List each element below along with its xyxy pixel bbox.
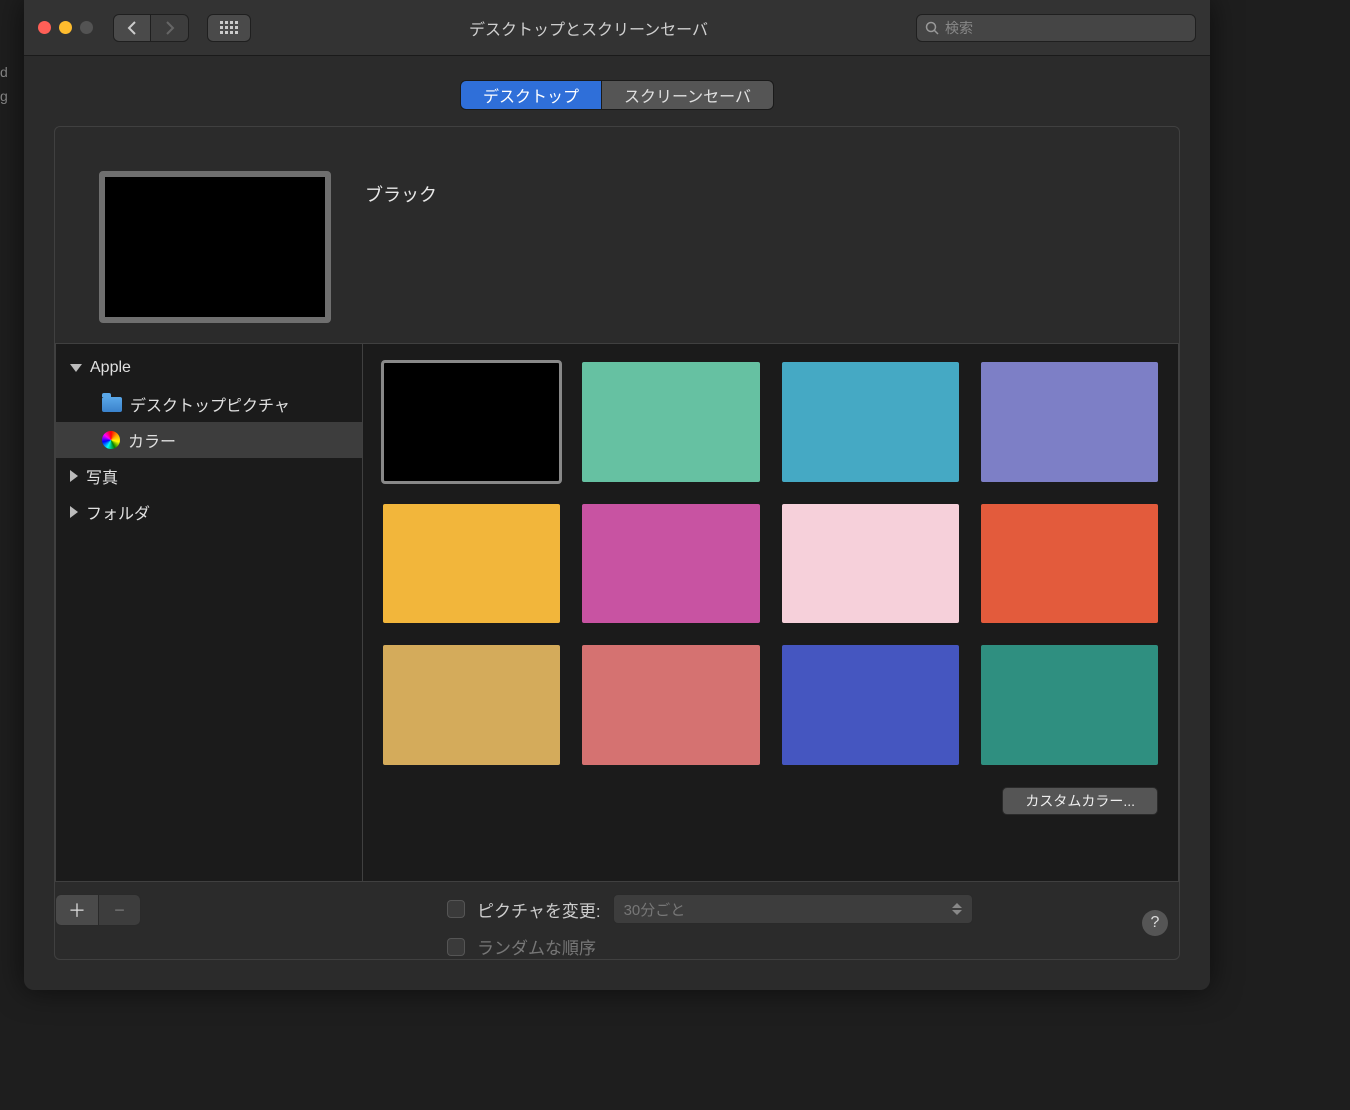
preferences-window: デスクトップとスクリーンセーバ デスクトップ スクリーンセーバ ブラック — [24, 0, 1210, 990]
close-button[interactable] — [38, 21, 51, 34]
color-swatch[interactable] — [981, 504, 1158, 624]
color-swatch[interactable] — [383, 645, 560, 765]
color-grid-area: カスタムカラー... — [363, 343, 1179, 882]
sidebar-label: フォルダ — [86, 500, 150, 524]
color-swatch[interactable] — [782, 362, 959, 482]
search-field[interactable] — [916, 14, 1196, 42]
color-swatch[interactable] — [582, 645, 759, 765]
zoom-button[interactable] — [80, 21, 93, 34]
forward-button[interactable] — [151, 14, 189, 42]
color-swatch[interactable] — [582, 362, 759, 482]
split-view: Apple デスクトップピクチャ カラー 写真 — [55, 343, 1179, 882]
show-all-button[interactable] — [207, 14, 251, 42]
desktop-panel: ブラック Apple デスクトップピクチャ カラー — [54, 126, 1180, 960]
disclosure-right-icon — [70, 506, 78, 518]
change-picture-label: ピクチャを変更: — [477, 897, 601, 922]
sidebar-group-photos[interactable]: 写真 — [56, 458, 362, 494]
change-picture-checkbox[interactable] — [447, 900, 465, 918]
background-text: d g — [0, 60, 24, 108]
search-icon — [925, 21, 939, 35]
sidebar-label: 写真 — [86, 464, 118, 488]
preview-row: ブラック — [55, 127, 1179, 343]
sidebar-group-folders[interactable]: フォルダ — [56, 494, 362, 530]
tab-label: デスクトップ — [483, 83, 579, 107]
sidebar-group-apple[interactable]: Apple — [56, 350, 362, 386]
color-wheel-icon — [102, 431, 120, 449]
current-wallpaper-name: ブラック — [365, 181, 437, 207]
search-input[interactable] — [945, 20, 1187, 36]
change-options: ピクチャを変更: 30分ごと ランダムな順序 — [447, 894, 973, 959]
help-button[interactable]: ? — [1142, 910, 1168, 936]
random-order-checkbox[interactable] — [447, 938, 465, 956]
color-swatch[interactable] — [383, 362, 560, 482]
remove-source-button[interactable]: − — [98, 895, 140, 925]
disclosure-right-icon — [70, 470, 78, 482]
back-button[interactable] — [113, 14, 151, 42]
sidebar-label: デスクトップピクチャ — [130, 392, 290, 416]
add-remove-buttons: ＋ − — [55, 894, 141, 926]
color-swatch[interactable] — [582, 504, 759, 624]
random-order-label: ランダムな順序 — [477, 934, 596, 959]
tab-label: スクリーンセーバ — [624, 83, 751, 107]
window-title: デスクトップとスクリーンセーバ — [269, 16, 908, 40]
sidebar-label: Apple — [90, 359, 131, 377]
current-preview — [99, 171, 331, 323]
disclosure-down-icon — [70, 364, 82, 372]
tab-desktop[interactable]: デスクトップ — [460, 80, 602, 110]
color-swatches — [383, 362, 1158, 765]
change-interval-select[interactable]: 30分ごと — [613, 894, 973, 924]
color-swatch[interactable] — [981, 362, 1158, 482]
minimize-button[interactable] — [59, 21, 72, 34]
titlebar: デスクトップとスクリーンセーバ — [24, 0, 1210, 56]
sidebar-item-desktop-pictures[interactable]: デスクトップピクチャ — [56, 386, 362, 422]
color-swatch[interactable] — [383, 504, 560, 624]
nav-buttons — [113, 14, 189, 42]
add-source-button[interactable]: ＋ — [56, 895, 98, 925]
content-area: デスクトップ スクリーンセーバ ブラック Apple — [24, 56, 1210, 990]
tab-screensaver[interactable]: スクリーンセーバ — [602, 80, 774, 110]
tab-bar: デスクトップ スクリーンセーバ — [54, 80, 1180, 110]
stepper-icon — [952, 903, 962, 915]
bottom-controls: ＋ − ピクチャを変更: 30分ごと ランダムな順序 — [55, 882, 1179, 959]
select-value: 30分ごと — [624, 899, 686, 920]
color-swatch[interactable] — [782, 504, 959, 624]
source-sidebar[interactable]: Apple デスクトップピクチャ カラー 写真 — [55, 343, 363, 882]
folder-icon — [102, 397, 122, 412]
window-controls — [38, 21, 93, 34]
custom-color-button[interactable]: カスタムカラー... — [1002, 787, 1158, 815]
color-swatch[interactable] — [981, 645, 1158, 765]
color-swatch[interactable] — [782, 645, 959, 765]
sidebar-label: カラー — [128, 428, 176, 452]
sidebar-item-colors[interactable]: カラー — [56, 422, 362, 458]
